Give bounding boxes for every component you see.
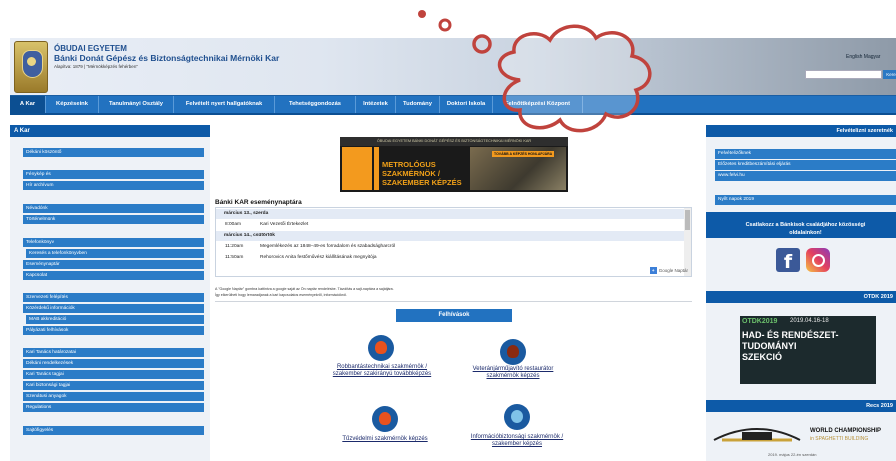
call-link[interactable]: Veteránjárműjavító restaurátor szakmérnö… (457, 366, 569, 380)
metrology-banner[interactable]: ÓBUDAI EGYETEM BÁNKI DONÁT GÉPÉSZ ÉS BIZ… (340, 137, 568, 192)
banner-link[interactable]: TOVÁBB A KÉPZÉS HONLAPJÁRA (492, 151, 555, 157)
sidebar-item[interactable]: Névadónk (23, 204, 204, 213)
banner-top-text: ÓBUDAI EGYETEM BÁNKI DONÁT GÉPÉSZ ÉS BIZ… (340, 137, 568, 146)
otdk-heading: OTDK 2019 (706, 291, 896, 303)
calendar-note: Így elkerülheti hogy lemaradjanak a kari… (215, 293, 348, 297)
nav-item-doktori[interactable]: Doktori Iskola (440, 96, 493, 113)
founded-tagline: Alapítva: 1879 | "Mérnökképzés fehérben" (54, 64, 138, 69)
search-button[interactable]: Keresés (883, 70, 896, 79)
banner-line-1: METROLÓGUS (382, 160, 436, 169)
sidebar-item[interactable]: Szervezeti felépítés (23, 293, 204, 302)
facebook-icon[interactable]: f (776, 248, 800, 273)
thought-bubble-small (438, 18, 452, 32)
cybersecurity-icon[interactable] (504, 404, 530, 430)
left-sidebar: A Kar Dékáni köszöntő Fénykép és Hír arc… (10, 125, 210, 461)
banner-line-2: SZAKMÉRNÖK / (382, 169, 440, 178)
calls-heading: Felhívások (396, 309, 512, 322)
nav-item-tudomany[interactable]: Tudomány (396, 96, 440, 113)
event-time: 8:00am (225, 222, 241, 227)
calendar-event-row[interactable]: 8:00am Kari Vezetői Értekezlet (216, 220, 684, 230)
event-title[interactable]: Kari Vezetői Értekezlet (260, 220, 308, 230)
event-title[interactable]: Megemlékezés az 1848–49-es forradalom és… (260, 242, 395, 252)
otdk-poster[interactable]: OTDK2019 2019.04.16-18 HAD- ÉS RENDÉSZET… (740, 316, 876, 384)
sidebar-item[interactable]: Történelmünk (23, 215, 204, 224)
sidebar-item[interactable]: Kari biztonsági tagjai (23, 381, 204, 390)
thought-dot (418, 10, 426, 18)
google-calendar-button[interactable]: Google Naptár (650, 267, 688, 274)
explosion-icon[interactable] (368, 335, 394, 361)
recs-subtitle: in SPAGHETTI BUILDING (810, 436, 869, 442)
sidebar-title: A Kar (10, 125, 210, 137)
language-switcher[interactable]: English Magyar (846, 54, 880, 60)
recs-date: 2019. május 22-én szerdán (768, 452, 817, 457)
nav-item-kepzeseink[interactable]: Képzéseink (46, 96, 99, 113)
call-link[interactable]: Információbiztonsági szakmérnök / szakem… (461, 434, 573, 448)
search-input[interactable] (805, 70, 882, 79)
otdk-date: 2019.04.16-18 (790, 318, 829, 324)
otdk-year: OTDK2019 (742, 318, 778, 325)
fire-icon[interactable] (372, 406, 398, 432)
sidebar-item[interactable]: Fénykép és (23, 170, 204, 179)
university-logo[interactable] (14, 41, 48, 93)
sidebar-item[interactable]: Dékáni rendelkezések (23, 359, 204, 368)
calendar-title: Bánki KAR eseménynaptára (215, 199, 302, 206)
sidebar-item[interactable]: Kari Tanács határozatai (23, 348, 204, 357)
call-link[interactable]: Tűzvédelmi szakmérnök képzés (329, 436, 441, 443)
sidebar-item[interactable]: Szenátusi anyagok (23, 392, 204, 401)
recs-heading: Recs 2019 (706, 400, 896, 412)
main-nav: A Kar Képzéseink Tanulmányi Osztály Felv… (10, 95, 896, 115)
apply-link[interactable]: www.felvi.hu (715, 171, 896, 181)
recs-bridge-logo[interactable] (712, 420, 802, 446)
otdk-line: SZEKCIÓ (742, 352, 783, 362)
banner-orange-bar (374, 147, 379, 190)
divider (215, 301, 692, 302)
sidebar-subitem[interactable]: Keresés a telefonkönyvben (26, 249, 204, 258)
banner-line-3: SZAKEMBER KÉPZÉS (382, 178, 462, 187)
nav-item-intezetek[interactable]: Intézetek (356, 96, 396, 113)
calendar-date-row: március 14., csütörtök (216, 231, 684, 241)
nav-item-a-kar[interactable]: A Kar (10, 96, 46, 113)
apply-link[interactable]: Előzetes kreditbeszámítási eljárás (715, 160, 896, 170)
instagram-icon[interactable] (806, 248, 830, 272)
sidebar-item[interactable]: Sajtófigyelés (23, 426, 204, 435)
otdk-line: TUDOMÁNYI (742, 341, 797, 351)
sidebar-item[interactable]: Kari Tanács tagjai (23, 370, 204, 379)
open-day-link[interactable]: Nyílt napok 2019 (715, 195, 896, 205)
sidebar-item[interactable]: Telefonkönyv (23, 238, 204, 247)
nav-item-tehetseg[interactable]: Tehetséggondozás (275, 96, 356, 113)
car-icon[interactable] (500, 339, 526, 365)
event-time: 11:20am (225, 244, 244, 249)
calendar-event-row[interactable]: 11:50am Rehorovics Anita festőművész kiá… (216, 253, 684, 263)
nav-item-felveteli[interactable]: Felvételt nyert hallgatóknak (174, 96, 275, 113)
sidebar-subitem[interactable]: MAB akkreditáció (26, 315, 204, 324)
event-title[interactable]: Rehorovics Anita festőművész kiállításán… (260, 253, 377, 263)
nav-item-felnottkepzes[interactable]: Felnőttképzési Központ (493, 96, 583, 113)
otdk-line: HAD- ÉS RENDÉSZET- (742, 330, 839, 340)
event-calendar: március 13., szerda 8:00am Kari Vezetői … (215, 207, 692, 277)
calendar-note: A "Google Naptár" gombra kattintva a goo… (215, 287, 394, 291)
calendar-scrollbar[interactable] (684, 208, 691, 276)
faculty-name[interactable]: Bánki Donát Gépész és Biztonságtechnikai… (54, 53, 279, 63)
sidebar-item[interactable]: Kapcsolat (23, 271, 204, 280)
sidebar-item[interactable]: Regulations (23, 403, 204, 412)
sidebar-item[interactable]: Hír archívum (23, 181, 204, 190)
sidebar-item[interactable]: Eseménynaptár (23, 260, 204, 269)
sidebar-item[interactable]: Közérdekű információk (23, 304, 204, 313)
call-link[interactable]: Robbantástechnikai szakmérnök / szakembe… (326, 364, 438, 378)
apply-heading: Felvételizni szeretnék (706, 125, 896, 137)
university-name[interactable]: ÓBUDAI EGYETEM (54, 44, 127, 53)
apply-link[interactable]: Felvételizőknek (715, 149, 896, 159)
banner-orange-block (342, 147, 372, 190)
social-heading-line: Csatlakozz a Bánkisok családjához közöss… (745, 222, 866, 228)
site-header: ÓBUDAI EGYETEM Bánki Donát Gépész és Biz… (10, 38, 896, 95)
calendar-date-row: március 13., szerda (216, 209, 684, 219)
sidebar-item[interactable]: Dékáni köszöntő (23, 148, 204, 157)
social-heading-line: oldalainkon! (789, 230, 822, 236)
nav-item-tanulmanyi[interactable]: Tanulmányi Osztály (99, 96, 174, 113)
event-time: 11:50am (225, 255, 244, 260)
calendar-event-row[interactable]: 11:20am Megemlékezés az 1848–49-es forra… (216, 242, 684, 252)
recs-title: WORLD CHAMPIONSHIP (810, 428, 881, 434)
sidebar-item[interactable]: Pályázati felhívások (23, 326, 204, 335)
